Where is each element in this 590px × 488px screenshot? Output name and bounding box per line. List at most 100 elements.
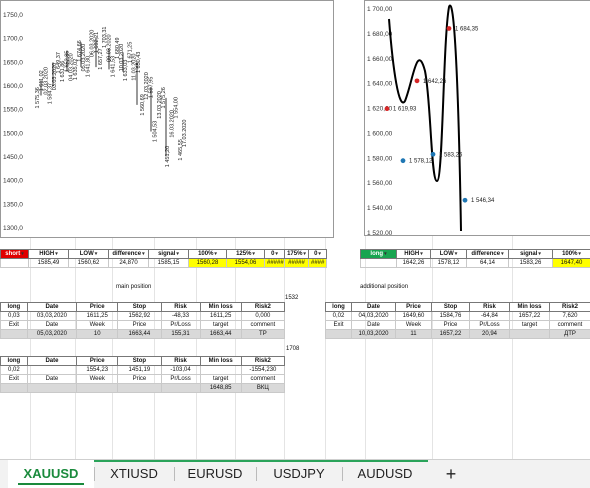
direction-cell[interactable]: short <box>0 249 29 259</box>
cell[interactable] <box>0 258 29 268</box>
table-cell[interactable]: Date <box>26 374 78 384</box>
header-signal[interactable]: signal <box>508 249 553 259</box>
table-cell[interactable]: Week <box>76 374 119 384</box>
header-difference[interactable]: difference <box>108 249 149 259</box>
table-cell[interactable]: Exit <box>0 320 28 330</box>
cell-signal[interactable]: 1583,26 <box>508 258 553 268</box>
add-sheet-button[interactable]: + <box>436 460 466 488</box>
header-0b[interactable]: 0 <box>308 249 327 259</box>
table-cell[interactable]: ДТР <box>549 329 590 339</box>
cell-overflow[interactable]: #### <box>308 258 327 268</box>
table-cell[interactable]: 1562,92 <box>117 311 162 321</box>
table-cell[interactable] <box>26 365 78 375</box>
cell-overflow[interactable]: ##### <box>284 258 309 268</box>
header-difference[interactable]: difference <box>466 249 509 259</box>
cell-difference[interactable]: 64,14 <box>466 258 509 268</box>
table-cell[interactable]: 1451,19 <box>117 365 162 375</box>
table-cell[interactable] <box>76 383 119 393</box>
cell-difference[interactable]: 24,870 <box>108 258 149 268</box>
direction-cell[interactable]: long <box>360 249 397 259</box>
table-cell[interactable]: long <box>0 302 28 312</box>
table-cell[interactable] <box>0 329 28 339</box>
table-cell[interactable]: Min loss <box>199 302 242 312</box>
table-cell[interactable]: 1648,85 <box>199 383 242 393</box>
header-high[interactable]: HIGH <box>28 249 69 259</box>
tab-eurusd[interactable]: EURUSD <box>175 460 255 488</box>
cell-low[interactable]: 1578,12 <box>430 258 467 268</box>
table-cell[interactable]: 1611,25 <box>76 311 119 321</box>
line-chart[interactable]: 1 700,00 1 680,00 1 660,00 1 640,00 1 620,00… <box>364 0 590 237</box>
table-cell[interactable]: comment <box>240 374 286 384</box>
table-cell[interactable]: 1663,44 <box>117 329 162 339</box>
table-cell[interactable] <box>509 329 550 339</box>
table-cell[interactable]: Week <box>76 320 119 330</box>
table-cell[interactable]: long <box>325 302 352 312</box>
table-cell[interactable]: Exit <box>0 374 28 384</box>
table-cell[interactable]: comment <box>240 320 286 330</box>
table-cell[interactable]: -1554,230 <box>240 365 286 375</box>
table-cell[interactable]: Risk <box>160 302 201 312</box>
table-cell[interactable]: 1611,25 <box>199 311 242 321</box>
cell-125[interactable]: 1554,06 <box>226 258 265 268</box>
table-cell[interactable]: Date <box>26 356 78 366</box>
cell[interactable] <box>360 258 397 268</box>
table-cell[interactable]: 20,94 <box>469 329 510 339</box>
table-cell[interactable]: Price <box>117 374 162 384</box>
tab-xtiusd[interactable]: XTIUSD <box>95 460 173 488</box>
cell-100[interactable]: 1560,28 <box>188 258 227 268</box>
header-signal[interactable]: signal <box>148 249 189 259</box>
header-175[interactable]: 175% <box>284 249 309 259</box>
table-cell[interactable] <box>199 365 242 375</box>
table-cell[interactable]: 1584,76 <box>431 311 470 321</box>
cell-100[interactable]: 1647,40 <box>552 258 590 268</box>
cell-low[interactable]: 1560,62 <box>68 258 109 268</box>
table-cell[interactable]: 0,02 <box>0 365 28 375</box>
table-cell[interactable]: 05,03,2020 <box>26 329 78 339</box>
table-cell[interactable]: -48,33 <box>160 311 201 321</box>
table-cell[interactable]: Price <box>395 302 432 312</box>
table-cell[interactable]: Price <box>117 320 162 330</box>
table-cell[interactable] <box>0 383 28 393</box>
tab-audusd[interactable]: AUDUSD <box>343 460 427 488</box>
table-cell[interactable]: 1657,22 <box>431 329 470 339</box>
table-cell[interactable]: Date <box>351 320 396 330</box>
table-cell[interactable]: Date <box>26 302 78 312</box>
table-cell[interactable]: 1649,60 <box>395 311 432 321</box>
table-cell[interactable]: 1657,22 <box>509 311 550 321</box>
table-cell[interactable] <box>160 383 201 393</box>
header-high[interactable]: HIGH <box>396 249 431 259</box>
table-cell[interactable]: Stop <box>117 302 162 312</box>
table-cell[interactable]: 7,620 <box>549 311 590 321</box>
table-cell[interactable]: Date <box>351 302 396 312</box>
table-cell[interactable]: Price <box>431 320 470 330</box>
table-cell[interactable]: Pr/Loss <box>160 320 201 330</box>
table-cell[interactable]: long <box>0 356 28 366</box>
table-cell[interactable]: Min loss <box>509 302 550 312</box>
table-cell[interactable] <box>325 329 352 339</box>
table-cell[interactable]: target <box>199 320 242 330</box>
tab-usdjpy[interactable]: USDJPY <box>257 460 341 488</box>
table-cell[interactable]: Week <box>395 320 432 330</box>
table-cell[interactable]: 03,03,2020 <box>26 311 78 321</box>
table-cell[interactable]: Min loss <box>199 356 242 366</box>
table-cell[interactable]: Risk <box>469 302 510 312</box>
table-cell[interactable]: Price <box>76 356 119 366</box>
table-cell[interactable]: 1663,44 <box>199 329 242 339</box>
table-cell[interactable]: ВКЦ <box>240 383 286 393</box>
header-low[interactable]: LOW <box>68 249 109 259</box>
table-cell[interactable]: Pr/Loss <box>469 320 510 330</box>
table-cell[interactable]: 11 <box>395 329 432 339</box>
table-cell[interactable]: Risk <box>160 356 201 366</box>
cell-overflow[interactable]: ##### <box>264 258 285 268</box>
table-cell[interactable] <box>117 383 162 393</box>
table-cell[interactable] <box>26 383 78 393</box>
table-cell[interactable]: -103,04 <box>160 365 201 375</box>
table-cell[interactable]: Pr/Loss <box>160 374 201 384</box>
table-cell[interactable]: 0,02 <box>325 311 352 321</box>
table-cell[interactable]: 04,03,2020 <box>351 311 396 321</box>
table-cell[interactable]: Risk2 <box>240 356 286 366</box>
table-cell[interactable]: Stop <box>117 356 162 366</box>
header-0a[interactable]: 0 <box>264 249 285 259</box>
table-cell[interactable]: Price <box>76 302 119 312</box>
cell-signal[interactable]: 1585,15 <box>148 258 189 268</box>
